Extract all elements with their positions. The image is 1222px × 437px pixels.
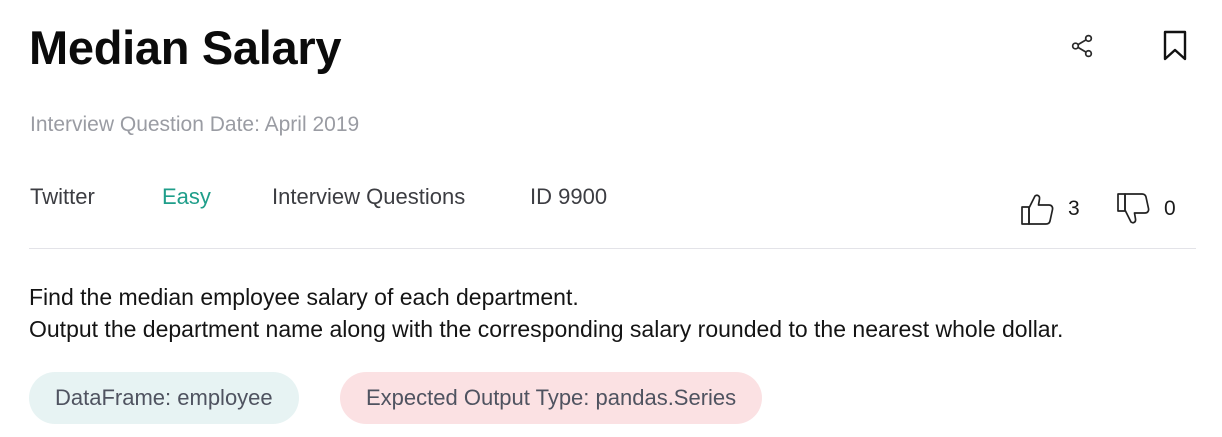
thumbs-down-icon (1117, 193, 1150, 224)
dataframe-chip[interactable]: DataFrame: employee (29, 372, 299, 424)
divider (29, 248, 1196, 249)
bookmark-button[interactable] (1158, 27, 1192, 65)
difficulty-tag[interactable]: Easy (162, 183, 211, 211)
question-header: Median Salary Interview Question Date: A… (0, 0, 1222, 437)
description-line: Find the median employee salary of each … (29, 284, 579, 310)
upvote-count: 3 (1068, 197, 1080, 220)
upvote-button[interactable]: 3 (1020, 190, 1080, 228)
question-description: Find the median employee salary of each … (29, 281, 1063, 345)
output-type-chip: Expected Output Type: pandas.Series (340, 372, 763, 424)
share-icon (1071, 34, 1093, 58)
downvote-button[interactable]: 0 (1116, 190, 1176, 228)
description-line: Output the department name along with th… (29, 316, 1064, 342)
company-tag[interactable]: Twitter (30, 183, 95, 211)
page-title: Median Salary (29, 21, 342, 74)
question-id: ID 9900 (530, 184, 608, 209)
category-tag[interactable]: Interview Questions (272, 183, 465, 211)
downvote-count: 0 (1164, 197, 1176, 220)
thumbs-up-icon (1021, 194, 1054, 225)
bookmark-icon (1163, 30, 1187, 61)
share-button[interactable] (1066, 30, 1098, 62)
interview-date: Interview Question Date: April 2019 (30, 113, 360, 136)
